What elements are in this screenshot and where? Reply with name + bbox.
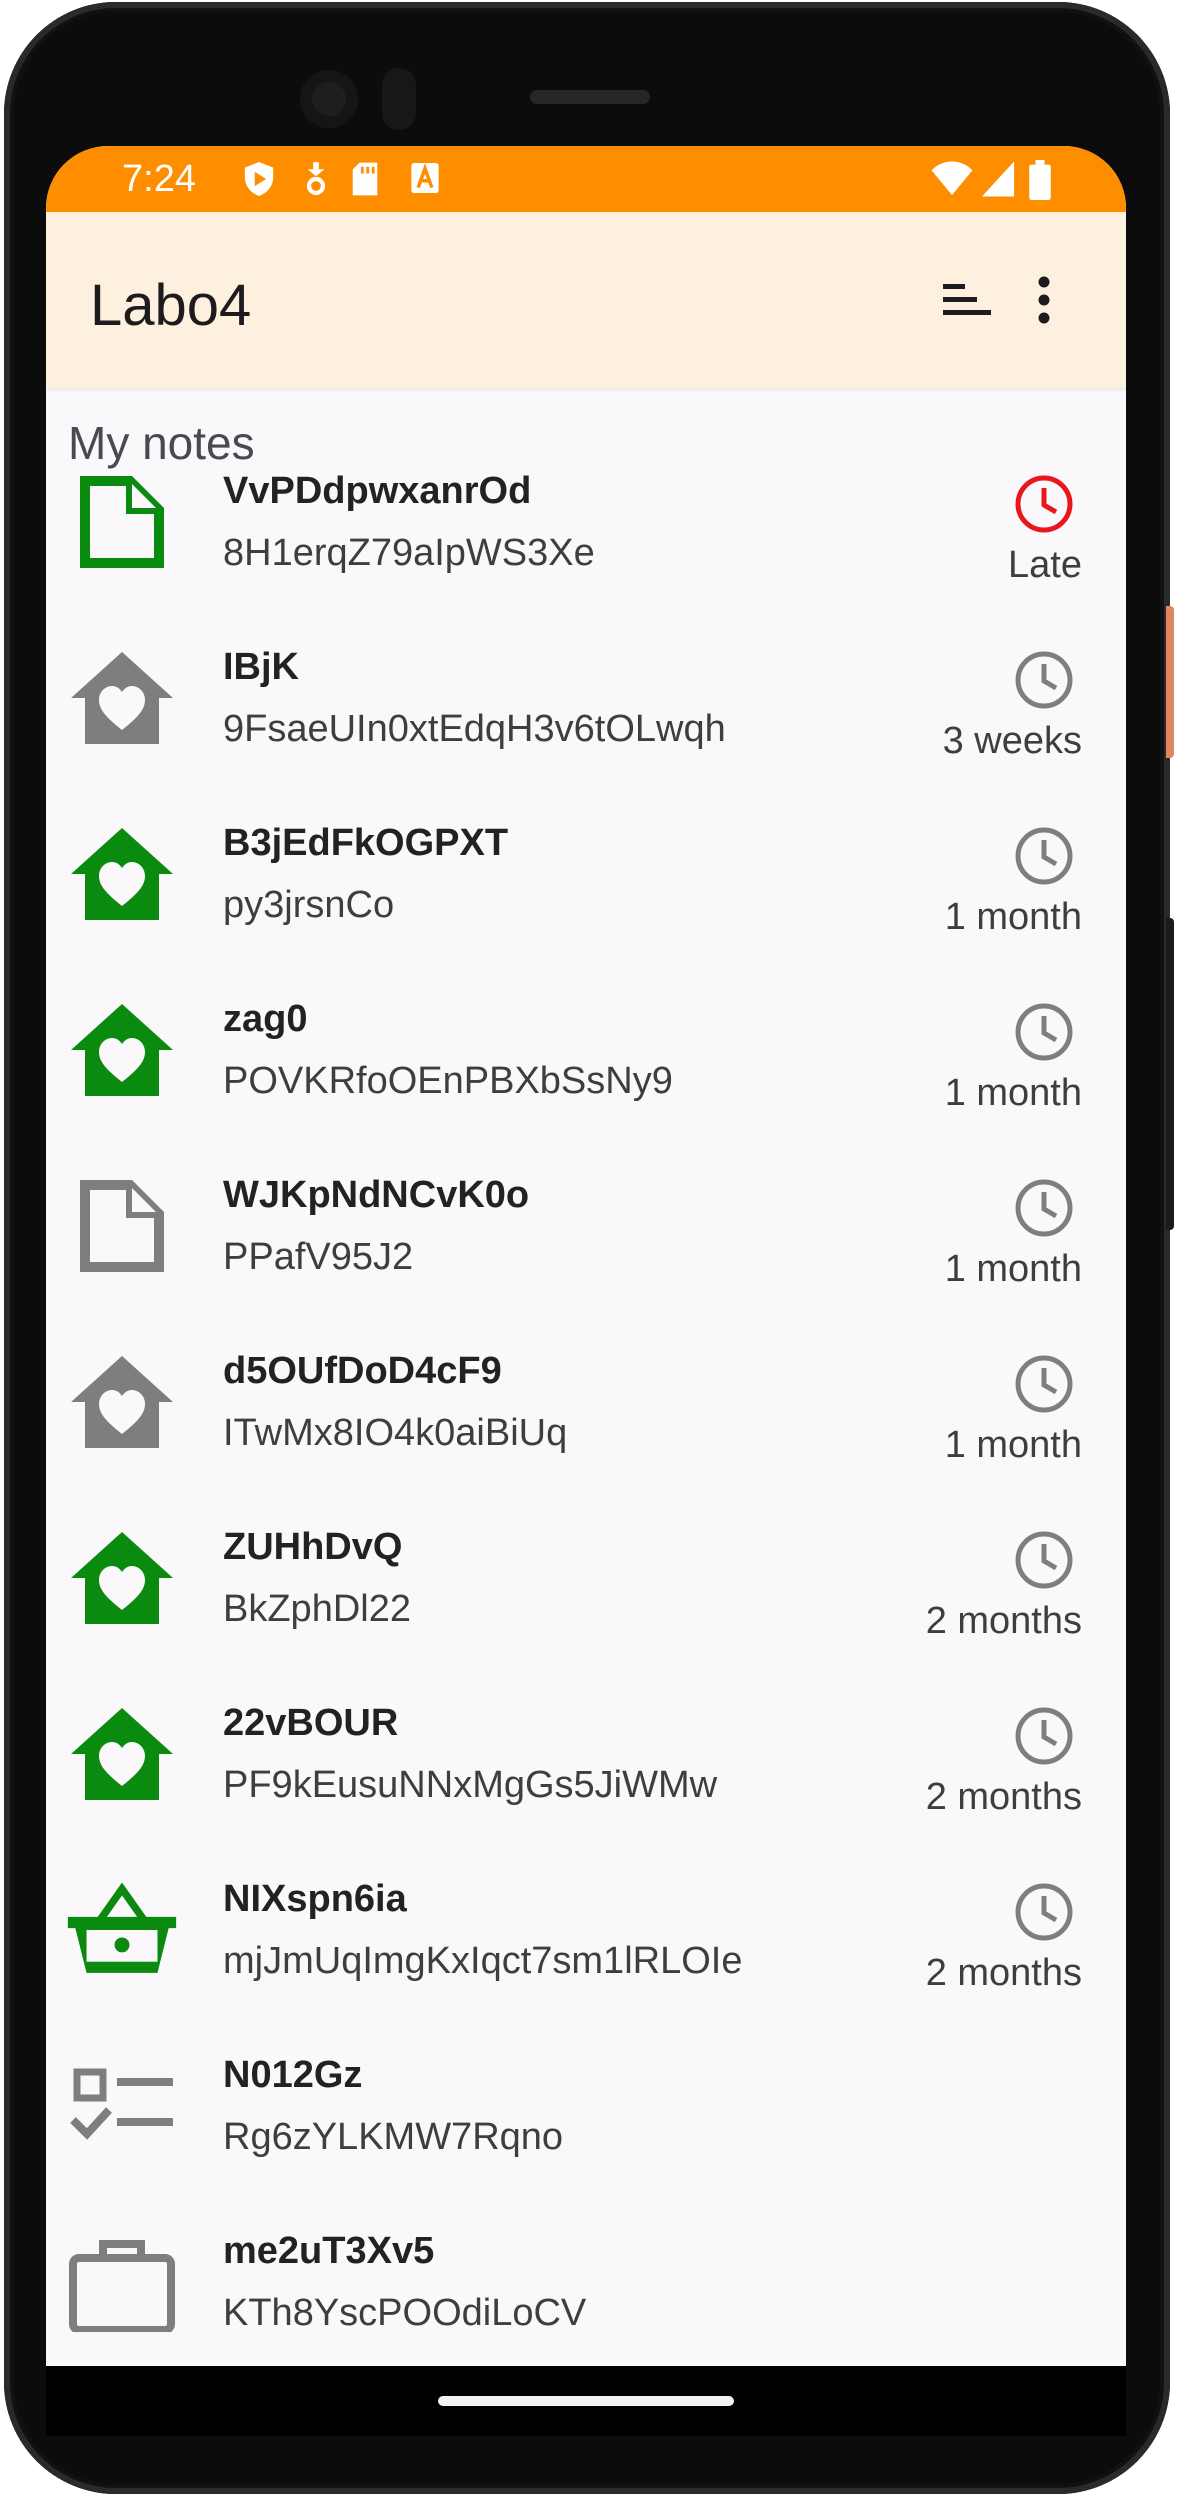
app-bar: Labo4 [46,212,1126,388]
clock-icon [1012,472,1076,536]
note-subtitle: KTh8YscPOOdiLoCV [223,2292,587,2334]
note-item[interactable]: me2uT3Xv5 KTh8YscPOOdiLoCV [46,2226,1126,2366]
home-heart-icon [66,818,178,930]
note-subtitle: PPafV95J2 [223,1236,414,1278]
clock-icon [1012,1704,1076,1768]
clock-icon [1012,1528,1076,1592]
note-title: B3jEdFkOGPXT [223,822,509,864]
note-due-label: 2 months [925,1600,1082,1642]
note-due-label: 2 months [925,1776,1082,1818]
note-item[interactable]: B3jEdFkOGPXT py3jrsnCo 1 month [46,818,1126,994]
clock-icon [1012,1176,1076,1240]
note-item[interactable]: IBjK 9FsaeUIn0xtEdqH3v6tOLwqh 3 weeks [46,642,1126,818]
power-button [1166,606,1174,758]
home-heart-icon [66,994,178,1106]
front-camera [300,70,358,128]
notes-list: VvPDdpwxanrOd 8H1erqZ79aIpWS3Xe Late IBjK 9F… [46,466,1126,2366]
status-time: 7:24 [122,158,196,200]
signal-icon [981,161,1015,197]
sort-icon [943,284,991,315]
note-subtitle: 8H1erqZ79aIpWS3Xe [223,532,595,574]
clock-icon [1012,824,1076,888]
front-sensor [382,68,416,130]
sd-card-icon [352,162,378,196]
screen: 7:24 Labo4 My notes VvPDdpwxanrOd 8H1erq… [46,146,1126,2366]
home-heart-icon [66,1522,178,1634]
note-item[interactable]: 22vBOUR PF9kEusuNNxMgGs5JiWMw 2 months [46,1698,1126,1874]
basket-icon [66,1874,178,1986]
note-title: 22vBOUR [223,1702,399,1744]
navigation-bar [46,2366,1126,2436]
earpiece-speaker [530,90,650,104]
note-subtitle: BkZphDl22 [223,1588,411,1630]
text-a-icon [411,163,439,193]
note-item[interactable]: d5OUfDoD4cF9 ITwMx8IO4k0aiBiUq 1 month [46,1346,1126,1522]
home-heart-icon [66,1698,178,1810]
document-icon [66,1170,178,1282]
home-gesture-handle[interactable] [438,2396,734,2406]
note-due-label: 1 month [944,1248,1082,1290]
note-subtitle: py3jrsnCo [223,884,395,926]
section-title: My notes [68,417,255,469]
note-subtitle: ITwMx8IO4k0aiBiUq [223,1412,568,1454]
note-title: NIXspn6ia [223,1878,407,1920]
home-heart-icon [66,1346,178,1458]
wifi-icon [931,161,973,196]
note-title: zag0 [223,998,308,1040]
note-subtitle: POVKRfoOEnPBXbSsNy9 [223,1060,673,1102]
more-vert-icon [1038,276,1050,324]
note-due-label: 1 month [944,1424,1082,1466]
note-due-label: Late [1008,544,1082,586]
note-title: me2uT3Xv5 [223,2230,435,2272]
note-subtitle: Rg6zYLKMW7Rqno [223,2116,564,2158]
note-title: WJKpNdNCvK0o [223,1174,530,1216]
shield-icon [244,162,274,196]
checklist-icon [66,2050,178,2162]
note-item[interactable]: N012Gz Rg6zYLKMW7Rqno [46,2050,1126,2226]
note-title: N012Gz [223,2054,363,2096]
clock-icon [1012,648,1076,712]
note-item[interactable]: VvPDdpwxanrOd 8H1erqZ79aIpWS3Xe Late [46,466,1126,642]
note-title: IBjK [223,646,299,688]
note-title: VvPDdpwxanrOd [223,470,532,512]
clock-icon [1012,1880,1076,1944]
note-due-label: 3 weeks [942,720,1082,762]
clock-icon [1012,1000,1076,1064]
note-item[interactable]: NIXspn6ia mjJmUqImgKxIqct7sm1lRLOIe 2 mont… [46,1874,1126,2050]
download-icon [306,162,326,196]
note-title: ZUHhDvQ [223,1526,403,1568]
status-bar: 7:24 [46,146,1126,212]
volume-button [1166,918,1174,1230]
clock-icon [1012,1352,1076,1416]
note-item[interactable]: zag0 POVKRfoOEnPBXbSsNy9 1 month [46,994,1126,1170]
document-icon [66,466,178,578]
home-heart-icon [66,642,178,754]
note-subtitle: PF9kEusuNNxMgGs5JiWMw [223,1764,718,1806]
briefcase-icon [66,2226,178,2338]
note-due-label: 2 months [925,1952,1082,1994]
more-options-button[interactable] [998,254,1090,346]
note-subtitle: 9FsaeUIn0xtEdqH3v6tOLwqh [223,708,726,750]
battery-icon [1029,160,1051,200]
note-due-label: 1 month [944,896,1082,938]
app-title: Labo4 [90,273,252,338]
note-item[interactable]: ZUHhDvQ BkZphDl22 2 months [46,1522,1126,1698]
note-subtitle: mjJmUqImgKxIqct7sm1lRLOIe [223,1940,743,1982]
note-due-label: 1 month [944,1072,1082,1114]
note-item[interactable]: WJKpNdNCvK0o PPafV95J2 1 month [46,1170,1126,1346]
note-title: d5OUfDoD4cF9 [223,1350,502,1392]
